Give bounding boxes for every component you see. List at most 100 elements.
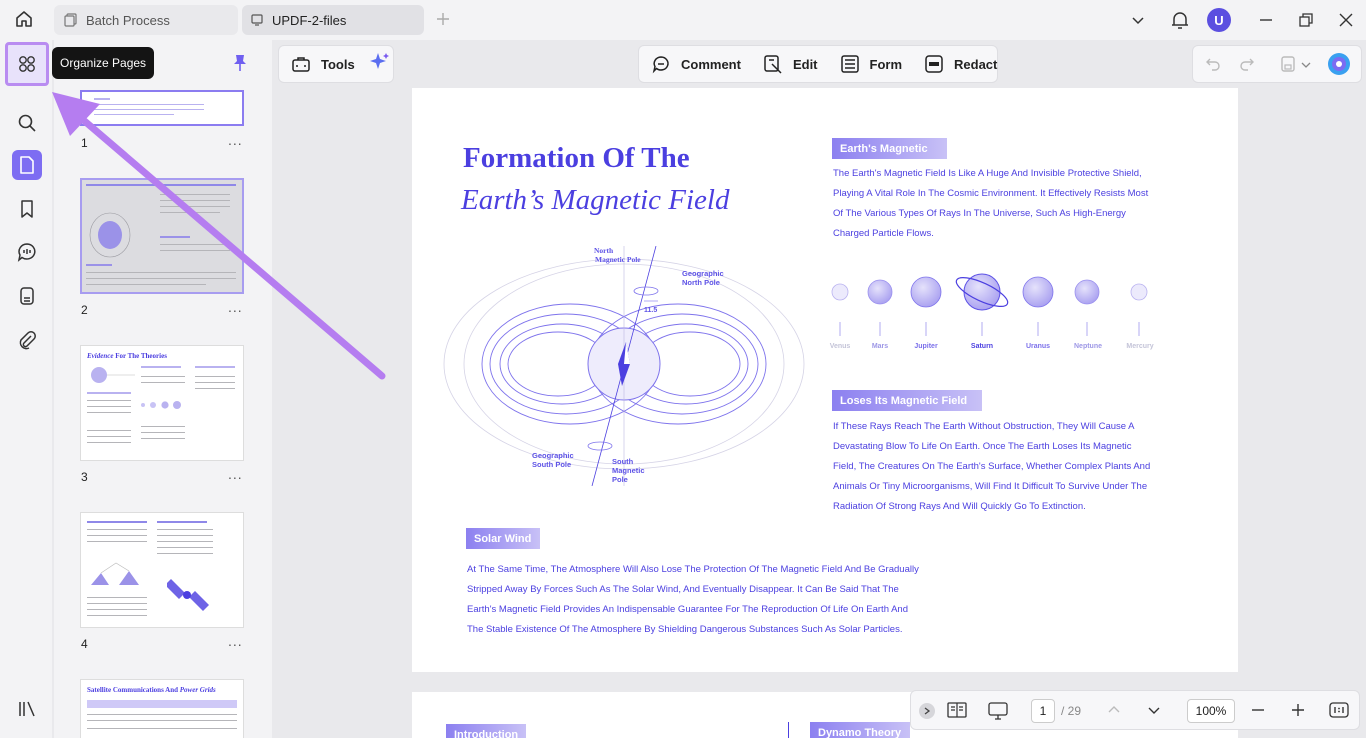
save-dropdown-button[interactable]	[1301, 57, 1311, 75]
layers-button[interactable]	[12, 694, 42, 724]
close-button[interactable]	[1336, 8, 1356, 32]
text-line: Charged Particle Flows.	[833, 228, 934, 239]
diagram-label: Magnetic	[612, 466, 645, 475]
redact-label: Redact	[954, 56, 998, 72]
page-menu-button[interactable]: ...	[228, 299, 243, 315]
thumbnails-button[interactable]	[12, 150, 42, 180]
sun-diagram-thumb	[91, 367, 135, 383]
page-thumbnail-1[interactable]	[80, 90, 244, 126]
redact-button[interactable]: Redact	[924, 54, 997, 74]
attachments-list-button[interactable]	[12, 281, 42, 311]
ai-chat-button[interactable]	[1327, 52, 1351, 81]
page-thumbnail-3[interactable]: Evidence For The Theories	[80, 345, 244, 461]
minimize-button[interactable]	[1256, 8, 1276, 32]
comment-icon	[652, 56, 669, 74]
planet-label: Neptune	[1074, 343, 1102, 350]
restore-icon	[1299, 13, 1313, 27]
page-thumbnail-5[interactable]: Satellite Communications And Power Grids	[80, 679, 244, 738]
new-tab-button[interactable]	[436, 9, 450, 32]
tab-label: Batch Process	[86, 12, 170, 28]
page-layout-button[interactable]	[947, 701, 967, 724]
total-pages: / 29	[1061, 704, 1082, 718]
section-text: The Earth's Magnetic Field Is Like A Hug…	[833, 164, 1148, 244]
tools-label: Tools	[321, 56, 355, 72]
paperclip-icon	[19, 331, 36, 350]
zoom-level-input[interactable]: 100%	[1187, 699, 1235, 723]
document-icon	[251, 14, 263, 26]
layers-icon	[19, 701, 35, 717]
document-title-line2: Earth’s Magnetic Field	[461, 184, 730, 216]
diagram-label: South Pole	[532, 460, 571, 469]
comment-label: Comment	[681, 56, 741, 72]
bookmarks-button[interactable]	[12, 194, 42, 224]
home-icon	[16, 11, 32, 27]
thumbnails-panel: 1 ... 2 ... Evidence For The Theories 3 …	[54, 40, 272, 738]
text-line: Radiation Of Strong Rays And Will Quickl…	[833, 501, 1086, 512]
home-button[interactable]	[14, 9, 42, 31]
presentation-button[interactable]	[987, 701, 1009, 726]
current-page-input[interactable]: 1	[1031, 699, 1055, 723]
page-menu-button[interactable]: ...	[228, 466, 243, 482]
undo-button[interactable]	[1205, 56, 1221, 77]
section-heading: Introduction	[446, 724, 526, 738]
edit-modes-toolbar: Comment Edit Form Redact	[638, 45, 998, 83]
stamp-icon	[20, 287, 34, 305]
chevron-down-icon	[1148, 707, 1160, 714]
page-thumbnail-4[interactable]	[80, 512, 244, 628]
tab-updf-2-files[interactable]: UPDF-2-files	[242, 5, 424, 35]
planet-label: Venus	[829, 343, 851, 350]
restore-button[interactable]	[1296, 8, 1316, 32]
close-icon	[1339, 13, 1353, 27]
zoom-out-button[interactable]	[1251, 703, 1265, 722]
redo-button[interactable]	[1239, 56, 1255, 77]
avatar[interactable]: U	[1207, 8, 1231, 32]
undo-icon	[1206, 58, 1220, 71]
minimize-icon	[1260, 19, 1272, 21]
form-button[interactable]: Form	[840, 54, 902, 74]
comment-button[interactable]: Comment	[651, 54, 741, 74]
page-menu-button[interactable]: ...	[228, 633, 243, 649]
page-thumbnail-2[interactable]	[80, 178, 244, 294]
notifications-button[interactable]	[1168, 8, 1192, 32]
collapse-nav-button[interactable]	[919, 703, 935, 719]
history-toolbar	[1192, 45, 1362, 83]
page-menu-button[interactable]: ...	[228, 132, 243, 148]
batch-icon	[64, 13, 77, 27]
tab-batch-process[interactable]: Batch Process	[54, 5, 238, 35]
diagram-label: North	[594, 246, 614, 255]
bell-icon	[1172, 12, 1188, 29]
attachments-button[interactable]	[12, 325, 42, 355]
text-line: The Earth's Magnetic Field Is Like A Hug…	[833, 168, 1142, 179]
next-page-button[interactable]	[1147, 703, 1161, 722]
magnetic-field-diagram: North Magnetic Pole Geographic North Pol…	[443, 246, 805, 486]
minus-icon	[1252, 709, 1264, 711]
actual-size-button[interactable]	[1329, 701, 1349, 724]
satellite-thumb	[167, 579, 209, 611]
comments-button[interactable]	[12, 237, 42, 267]
section-heading: Solar Wind	[466, 528, 540, 549]
text-line: Field, The Creatures On The Earth's Surf…	[833, 461, 1151, 472]
save-button[interactable]	[1279, 55, 1297, 78]
edit-label: Edit	[792, 56, 818, 72]
page-number: 4	[81, 637, 88, 651]
planet-label: Jupiter	[914, 343, 938, 350]
ai-assistant-button[interactable]	[369, 51, 391, 78]
text-line: At The Same Time, The Atmosphere Will Al…	[467, 564, 919, 575]
mountains-thumb	[91, 562, 139, 585]
edit-button[interactable]: Edit	[763, 54, 818, 74]
organize-pages-button[interactable]	[5, 42, 49, 86]
toolbox-icon	[292, 57, 310, 72]
tabs-dropdown-button[interactable]	[1128, 8, 1148, 32]
tools-button[interactable]: Tools	[291, 55, 355, 73]
text-line: Animals Or Tiny Microorganisms, Will Fin…	[833, 481, 1148, 492]
text-line: If These Rays Reach The Earth Without Ob…	[833, 421, 1135, 432]
planet-label: Uranus	[1025, 343, 1051, 350]
section-text: If These Rays Reach The Earth Without Ob…	[833, 417, 1150, 517]
page-navigation-bar: 1 / 29 100%	[910, 690, 1360, 730]
search-button[interactable]	[12, 108, 42, 138]
chevron-down-icon	[1301, 62, 1311, 68]
chevron-up-icon	[1108, 706, 1120, 713]
pin-panel-button[interactable]	[232, 54, 248, 77]
zoom-in-button[interactable]	[1291, 703, 1305, 722]
previous-page-button[interactable]	[1107, 703, 1121, 722]
